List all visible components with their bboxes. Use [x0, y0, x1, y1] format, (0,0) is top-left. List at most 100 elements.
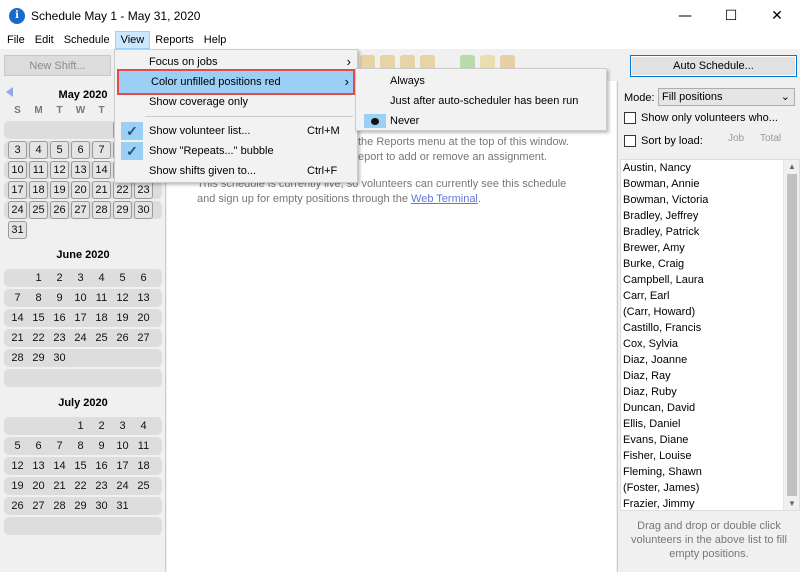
scroll-up-icon[interactable]: ▲	[788, 162, 796, 171]
calendar-day[interactable]: 24	[70, 329, 91, 347]
total-column-header[interactable]: Total	[760, 133, 781, 144]
calendar-day[interactable]: 19	[7, 477, 28, 495]
calendar-day[interactable]: 25	[29, 201, 48, 219]
minimize-button[interactable]: —	[662, 0, 708, 31]
menu-item-show-volunteer-list[interactable]: ✓ Show volunteer list... Ctrl+M	[117, 121, 355, 141]
calendar-day[interactable]: 17	[70, 309, 91, 327]
calendar-day[interactable]: 12	[50, 161, 69, 179]
calendar-day[interactable]: 3	[112, 417, 133, 435]
calendar-day[interactable]: 10	[70, 289, 91, 307]
calendar-day[interactable]: 19	[50, 181, 69, 199]
volunteer-list-item[interactable]: Burke, Craig	[621, 256, 799, 272]
calendar-day[interactable]: 26	[7, 497, 28, 515]
calendar-day[interactable]: 25	[133, 477, 154, 495]
calendar-day[interactable]: 22	[28, 329, 49, 347]
calendar-day[interactable]: 5	[112, 269, 133, 287]
calendar-day[interactable]: 18	[133, 457, 154, 475]
volunteer-list-item[interactable]: Diaz, Joanne	[621, 352, 799, 368]
scroll-thumb[interactable]	[787, 174, 797, 496]
volunteer-list-item[interactable]: (Carr, Howard)	[621, 304, 799, 320]
calendar-day[interactable]: 30	[49, 349, 70, 367]
calendar-day[interactable]: 5	[50, 141, 69, 159]
calendar-day[interactable]: 19	[112, 309, 133, 327]
volunteer-list-item[interactable]: Austin, Nancy	[621, 160, 799, 176]
calendar-day[interactable]: 10	[8, 161, 27, 179]
calendar-day[interactable]: 28	[92, 201, 111, 219]
calendar-day[interactable]: 11	[133, 437, 154, 455]
volunteer-list-item[interactable]: Duncan, David	[621, 400, 799, 416]
menu-file[interactable]: File	[2, 31, 30, 49]
calendar-day[interactable]: 7	[7, 289, 28, 307]
calendar-day[interactable]: 3	[8, 141, 27, 159]
menu-item-show-repeats[interactable]: ✓ Show "Repeats..." bubble	[117, 141, 355, 161]
volunteer-list[interactable]: Austin, Nancy Bowman, Annie Bowman, Victor…	[620, 159, 800, 511]
calendar-day[interactable]: 20	[28, 477, 49, 495]
calendar-day[interactable]: 13	[133, 289, 154, 307]
calendar-day[interactable]: 27	[133, 329, 154, 347]
calendar-day[interactable]: 27	[71, 201, 90, 219]
calendar-day[interactable]: 21	[7, 329, 28, 347]
calendar-day[interactable]: 29	[113, 201, 132, 219]
calendar-day[interactable]: 3	[70, 269, 91, 287]
calendar-day[interactable]: 15	[28, 309, 49, 327]
menu-help[interactable]: Help	[199, 31, 232, 49]
calendar-day[interactable]: 21	[92, 181, 111, 199]
calendar-day[interactable]: 8	[70, 437, 91, 455]
menu-item-show-shifts-given[interactable]: Show shifts given to... Ctrl+F	[117, 161, 355, 181]
volunteer-list-item[interactable]: Ellis, Daniel	[621, 416, 799, 432]
calendar-day[interactable]: 22	[70, 477, 91, 495]
job-column-header[interactable]: Job	[728, 133, 744, 144]
calendar-day[interactable]: 2	[49, 269, 70, 287]
submenu-item-after-auto[interactable]: Just after auto-scheduler has been run	[358, 91, 604, 111]
calendar-day[interactable]: 6	[71, 141, 90, 159]
calendar-day[interactable]: 25	[91, 329, 112, 347]
mode-select[interactable]: Fill positions ⌄	[658, 88, 795, 106]
calendar-day[interactable]: 13	[71, 161, 90, 179]
calendar-day[interactable]: 17	[112, 457, 133, 475]
calendar-day[interactable]: 23	[91, 477, 112, 495]
calendar-day[interactable]: 12	[112, 289, 133, 307]
calendar-day[interactable]: 8	[28, 289, 49, 307]
calendar-day[interactable]: 26	[50, 201, 69, 219]
volunteer-list-item[interactable]: (Foster, James)	[621, 480, 799, 496]
calendar-day[interactable]: 12	[7, 457, 28, 475]
only-volunteers-checkbox[interactable]	[624, 112, 636, 124]
submenu-item-never[interactable]: Never	[358, 111, 604, 131]
calendar-day[interactable]: 11	[29, 161, 48, 179]
calendar-day[interactable]: 1	[70, 417, 91, 435]
calendar-day[interactable]: 23	[134, 181, 153, 199]
volunteer-list-item[interactable]: Castillo, Francis	[621, 320, 799, 336]
calendar-day[interactable]: 21	[49, 477, 70, 495]
calendar-day[interactable]: 6	[133, 269, 154, 287]
calendar-day[interactable]: 20	[133, 309, 154, 327]
auto-schedule-button[interactable]: Auto Schedule...	[630, 55, 797, 77]
calendar-day[interactable]: 24	[8, 201, 27, 219]
volunteer-list-item[interactable]: Evans, Diane	[621, 432, 799, 448]
menu-item-show-coverage[interactable]: Show coverage only	[117, 92, 355, 112]
volunteer-list-scrollbar[interactable]: ▲ ▼	[783, 160, 799, 510]
calendar-day[interactable]: 13	[28, 457, 49, 475]
volunteer-list-item[interactable]: Brewer, Amy	[621, 240, 799, 256]
volunteer-list-item[interactable]: Fleming, Shawn	[621, 464, 799, 480]
calendar-day[interactable]: 20	[71, 181, 90, 199]
volunteer-list-item[interactable]: Bradley, Patrick	[621, 224, 799, 240]
volunteer-list-item[interactable]: Diaz, Ray	[621, 368, 799, 384]
calendar-day[interactable]: 14	[49, 457, 70, 475]
calendar-day[interactable]: 14	[92, 161, 111, 179]
calendar-day[interactable]: 17	[8, 181, 27, 199]
volunteer-list-item[interactable]: Fisher, Louise	[621, 448, 799, 464]
calendar-day[interactable]: 28	[7, 349, 28, 367]
calendar-day[interactable]: 26	[112, 329, 133, 347]
web-terminal-link[interactable]: Web Terminal	[411, 193, 478, 205]
volunteer-list-item[interactable]: Frazier, Jimmy	[621, 496, 799, 510]
menu-edit[interactable]: Edit	[30, 31, 59, 49]
calendar-day[interactable]: 31	[8, 221, 27, 239]
maximize-button[interactable]: ☐	[708, 0, 754, 31]
calendar-day[interactable]: 18	[29, 181, 48, 199]
calendar-day[interactable]: 31	[112, 497, 133, 515]
calendar-day[interactable]: 16	[91, 457, 112, 475]
volunteer-list-item[interactable]: Cox, Sylvia	[621, 336, 799, 352]
menu-schedule[interactable]: Schedule	[59, 31, 115, 49]
calendar-day[interactable]: 4	[133, 417, 154, 435]
calendar-day[interactable]: 9	[49, 289, 70, 307]
